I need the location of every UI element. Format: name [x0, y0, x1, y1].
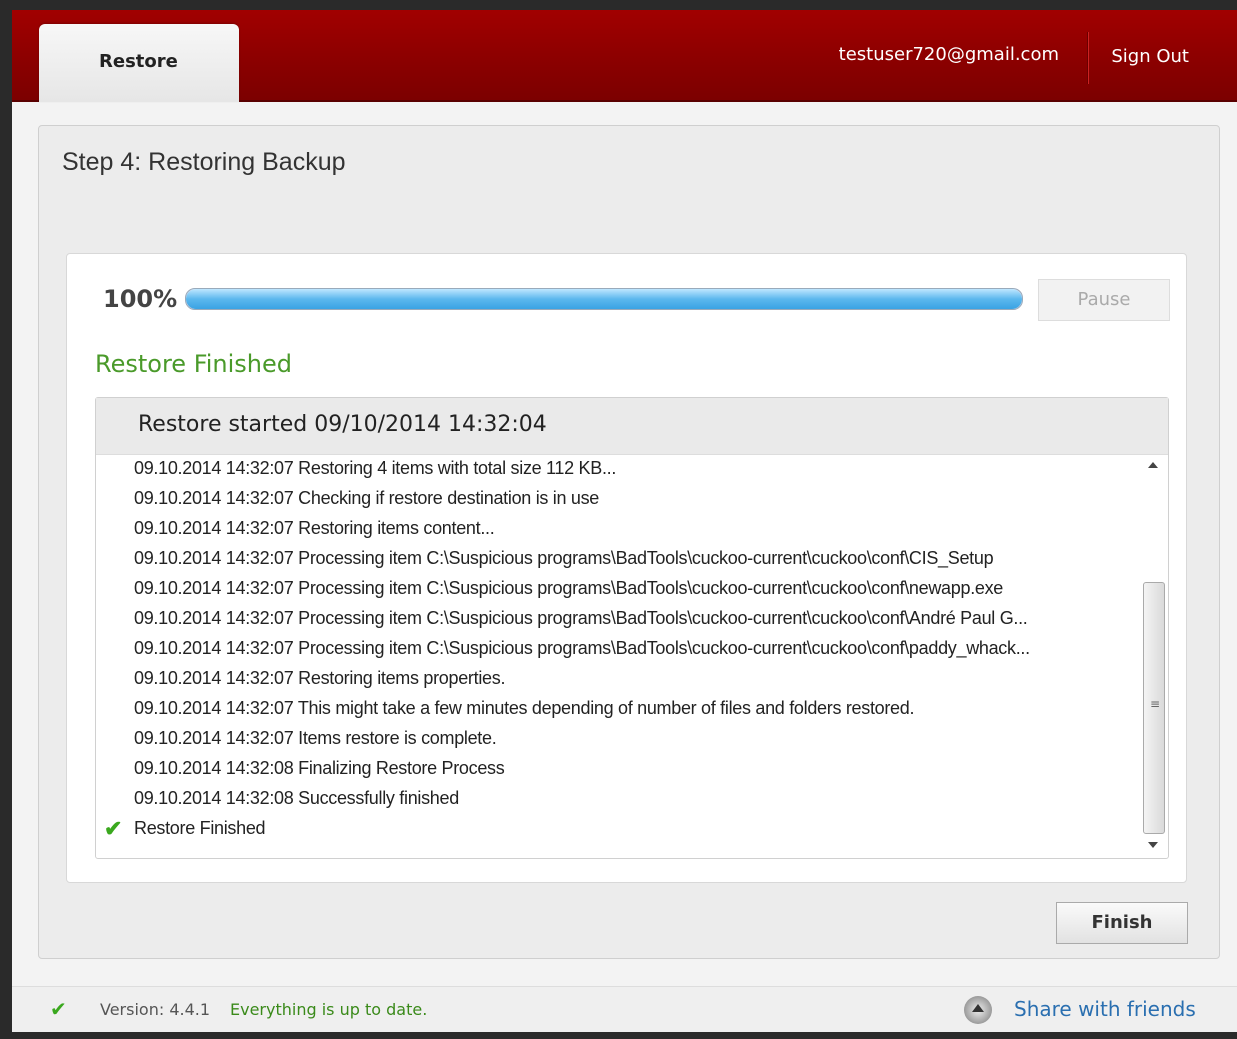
log-line: 09.10.2014 14:32:07 Restoring 4 items wi… [134, 458, 617, 478]
log-scrollbar[interactable]: ≡ [1142, 458, 1165, 854]
share-icon[interactable] [964, 996, 992, 1024]
share-link[interactable]: Share with friends [1014, 997, 1196, 1021]
status-footer: ✔ Version: 4.4.1 Everything is up to dat… [12, 986, 1237, 1032]
progress-percent: 100% [103, 285, 178, 313]
user-email: testuser720@gmail.com [838, 44, 1059, 65]
progress-bar-fill [186, 289, 1022, 309]
status-text: Restore Finished [95, 350, 293, 378]
top-bar: Restore testuser720@gmail.com Sign Out [12, 10, 1237, 102]
header-divider [1087, 32, 1089, 84]
log-line: 09.10.2014 14:32:07 Processing item C:\S… [134, 608, 1028, 628]
log-line: 09.10.2014 14:32:07 Restoring items cont… [134, 518, 495, 538]
scroll-down-icon[interactable] [1148, 842, 1158, 848]
log-line-finished: ✔ Restore Finished [104, 816, 1134, 848]
log-line: 09.10.2014 14:32:07 Processing item C:\S… [134, 548, 994, 568]
version-text: Version: 4.4.1 [100, 1000, 211, 1019]
log-line: 09.10.2014 14:32:07 Processing item C:\S… [134, 638, 1030, 658]
log-list: 09.10.2014 14:32:07 Restoring 4 items wi… [104, 458, 1134, 848]
grip-icon: ≡ [1150, 697, 1161, 711]
log-line: 09.10.2014 14:32:07 Processing item C:\S… [134, 578, 1004, 598]
scroll-thumb[interactable]: ≡ [1143, 582, 1165, 834]
update-status: Everything is up to date. [230, 1000, 428, 1019]
scroll-up-icon[interactable] [1148, 462, 1158, 468]
finish-button[interactable]: Finish [1056, 902, 1188, 944]
pause-button[interactable]: Pause [1038, 279, 1170, 321]
log-line: 09.10.2014 14:32:07 Restoring items prop… [134, 668, 506, 688]
tab-restore-label: Restore [99, 51, 178, 72]
log-line: 09.10.2014 14:32:08 Successfully finishe… [134, 788, 459, 808]
progress-bar [185, 288, 1023, 310]
app-window: Restore testuser720@gmail.com Sign Out S… [0, 0, 1237, 1039]
log-line: 09.10.2014 14:32:08 Finalizing Restore P… [134, 758, 505, 778]
restore-panel: Step 4: Restoring Backup 100% Pause Rest… [38, 125, 1220, 959]
log-final-text: Restore Finished [134, 818, 266, 838]
tab-restore[interactable]: Restore [39, 24, 239, 102]
page-title: Step 4: Restoring Backup [62, 148, 346, 176]
log-line: 09.10.2014 14:32:07 Checking if restore … [134, 488, 600, 508]
log-panel: Restore started 09/10/2014 14:32:04 09.1… [95, 397, 1169, 859]
checkmark-icon: ✔ [50, 997, 67, 1021]
sign-out-link[interactable]: Sign Out [1111, 46, 1189, 67]
progress-section: 100% Pause Restore Finished Restore star… [66, 253, 1187, 883]
checkmark-icon: ✔ [104, 816, 123, 841]
log-header-text: Restore started 09/10/2014 14:32:04 [138, 412, 547, 437]
log-line: 09.10.2014 14:32:07 This might take a fe… [134, 698, 915, 718]
log-line: 09.10.2014 14:32:07 Items restore is com… [134, 728, 497, 748]
log-header: Restore started 09/10/2014 14:32:04 [96, 398, 1168, 455]
